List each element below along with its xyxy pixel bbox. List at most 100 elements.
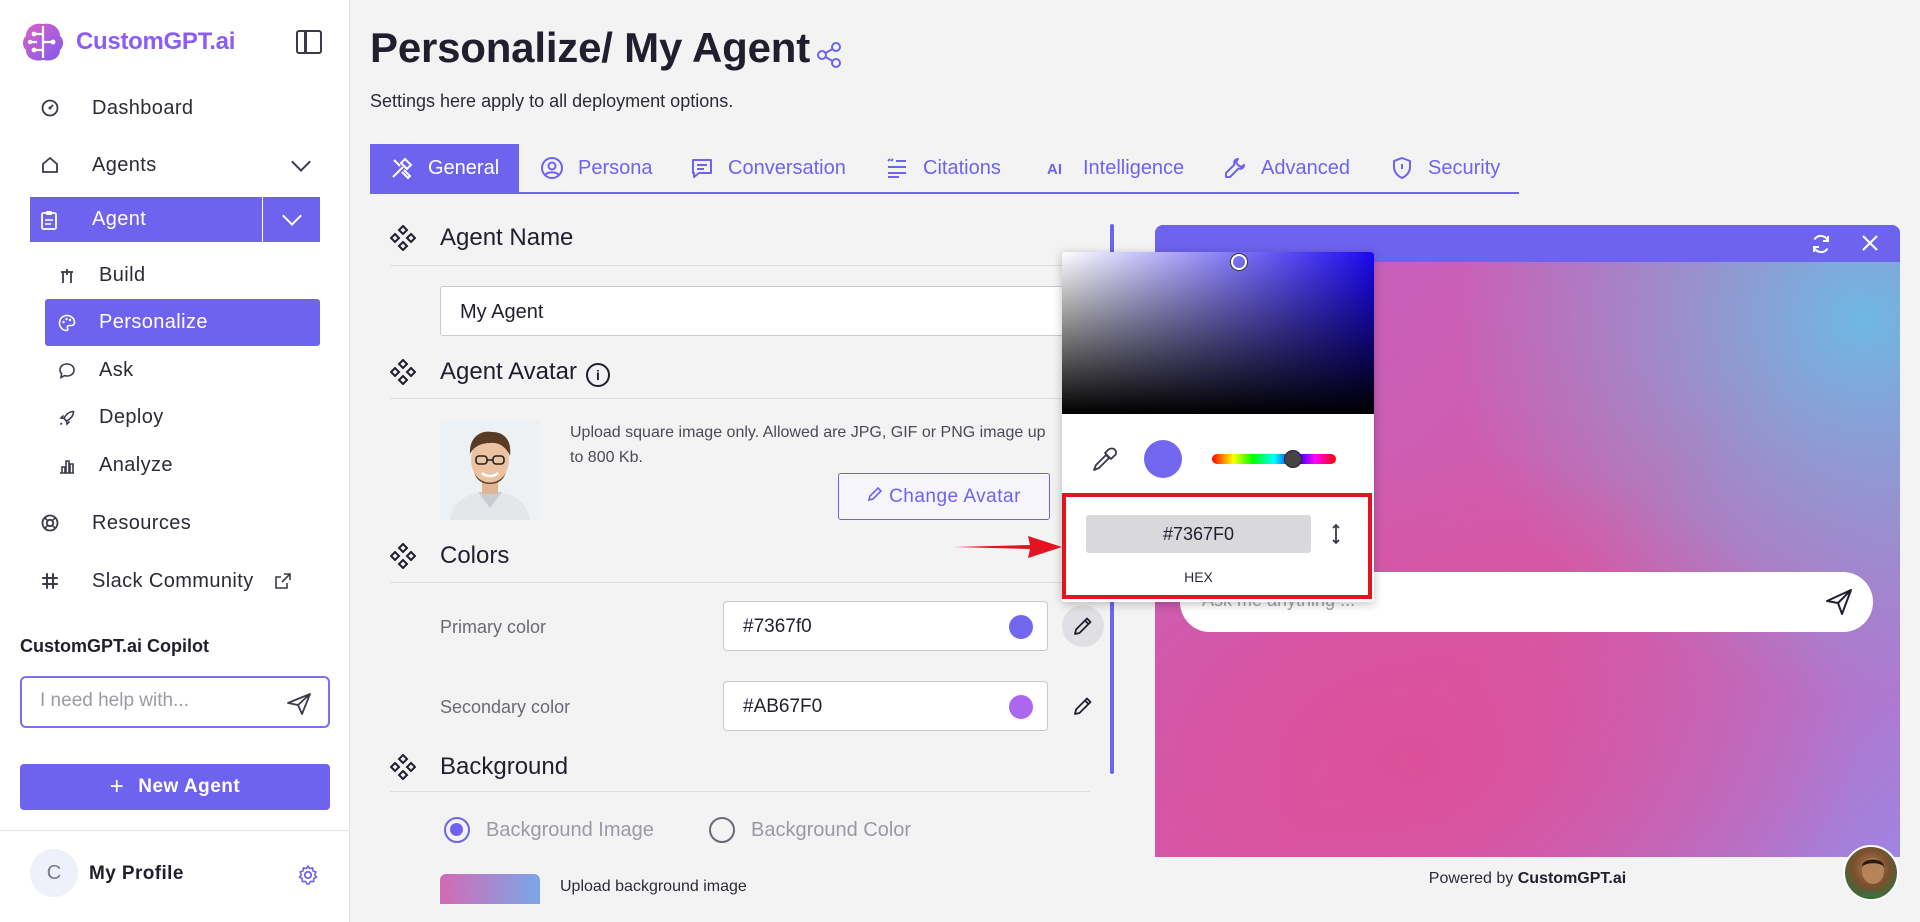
hue-slider-handle[interactable] xyxy=(1284,450,1302,468)
close-icon[interactable] xyxy=(1860,233,1880,253)
send-icon[interactable] xyxy=(286,692,312,716)
sidebar-item-agents[interactable]: Agents xyxy=(30,141,320,189)
primary-color-swatch[interactable] xyxy=(1009,615,1033,639)
hue-slider[interactable] xyxy=(1212,454,1336,464)
bar-chart-icon xyxy=(57,456,77,476)
change-avatar-button[interactable]: Change Avatar xyxy=(838,473,1050,520)
powered-by-brand[interactable]: CustomGPT.ai xyxy=(1518,870,1626,887)
sidebar: CustomGPT.ai Dashboard Agents Agent Buil… xyxy=(0,0,350,922)
sidebar-item-label: Personalize xyxy=(99,311,208,333)
powered-by: Powered by CustomGPT.ai xyxy=(1155,870,1900,888)
sidebar-subitem-analyze[interactable]: Analyze xyxy=(45,442,320,489)
agent-name-input[interactable]: My Agent xyxy=(440,286,1080,336)
tab-label: Security xyxy=(1428,156,1501,179)
chevron-down-icon[interactable] xyxy=(291,152,311,172)
radio-background-color[interactable]: Background Color xyxy=(709,817,911,843)
sidebar-subitem-personalize[interactable]: Personalize xyxy=(45,299,320,346)
edit-secondary-color-button[interactable] xyxy=(1062,685,1104,727)
profile-bar: C My Profile xyxy=(0,830,350,922)
support-avatar[interactable] xyxy=(1843,845,1899,901)
copilot-input-box xyxy=(20,676,330,728)
sidebar-item-label: Resources xyxy=(92,511,192,534)
tab-label: Persona xyxy=(578,156,653,179)
sidebar-item-label: Slack Community xyxy=(92,569,254,592)
slack-icon xyxy=(40,571,60,591)
divider xyxy=(390,582,1090,583)
sidebar-item-label: Agents xyxy=(92,153,157,176)
message-icon xyxy=(690,156,714,180)
secondary-color-field[interactable]: #AB67F0 xyxy=(723,681,1048,731)
radio-background-image[interactable]: Background Image xyxy=(444,817,654,843)
brand-name: CustomGPT.ai xyxy=(76,28,236,55)
drag-handle-icon[interactable] xyxy=(390,359,416,385)
pencil-icon xyxy=(1074,617,1092,635)
agent-dropdown-button[interactable] xyxy=(263,197,320,242)
new-agent-button[interactable]: + New Agent xyxy=(20,764,330,810)
hex-input-highlight: #7367F0 HEX xyxy=(1062,493,1372,599)
background-upload-label: Upload background image xyxy=(560,878,747,895)
sidebar-subitem-deploy[interactable]: Deploy xyxy=(45,394,320,441)
sidebar-toggle-button[interactable] xyxy=(296,30,322,54)
sidebar-item-dashboard[interactable]: Dashboard xyxy=(30,84,320,132)
dashboard-icon xyxy=(40,98,60,118)
tab-general[interactable]: General xyxy=(370,144,520,192)
copilot-input[interactable] xyxy=(40,690,270,712)
quote-list-icon xyxy=(885,156,909,180)
send-icon[interactable] xyxy=(1825,588,1853,616)
avatar-upload-note: Upload square image only. Allowed are JP… xyxy=(570,424,1046,466)
page-title: Personalize/ My Agent xyxy=(370,24,811,71)
primary-color-value: #7367f0 xyxy=(743,616,812,637)
tab-label: Intelligence xyxy=(1083,156,1185,179)
sidebar-subitem-ask[interactable]: Ask xyxy=(45,347,320,394)
shield-icon xyxy=(1390,156,1414,180)
hex-input[interactable]: #7367F0 xyxy=(1086,515,1311,553)
info-icon[interactable]: i xyxy=(586,363,610,387)
agent-avatar-image xyxy=(440,420,540,520)
primary-color-label: Primary color xyxy=(440,617,547,637)
sidebar-item-resources[interactable]: Resources xyxy=(30,499,320,547)
drag-handle-icon[interactable] xyxy=(390,543,416,569)
palette-icon xyxy=(57,313,77,333)
sidebar-item-label: Deploy xyxy=(99,406,164,428)
tab-advanced[interactable]: Advanced xyxy=(1223,144,1350,192)
sidebar-item-label: Build xyxy=(99,264,146,286)
share-icon[interactable] xyxy=(814,40,844,70)
tab-citations[interactable]: Citations xyxy=(885,144,1001,192)
chat-icon xyxy=(57,361,77,381)
rocket-icon xyxy=(57,408,77,428)
radio-selected-indicator xyxy=(444,817,470,843)
sidebar-item-agent[interactable]: Agent xyxy=(30,197,262,242)
gear-icon[interactable] xyxy=(297,864,319,886)
format-toggle-icon[interactable] xyxy=(1329,521,1343,547)
saturation-area[interactable] xyxy=(1062,252,1374,414)
tools-icon xyxy=(390,156,414,180)
eyedropper-icon[interactable] xyxy=(1090,446,1118,474)
home-icon xyxy=(40,155,60,175)
tab-security[interactable]: Security xyxy=(1390,144,1500,192)
refresh-icon[interactable] xyxy=(1810,233,1832,255)
drag-handle-icon[interactable] xyxy=(390,225,416,251)
section-title: Agent Name xyxy=(440,224,574,251)
brand-logo[interactable]: CustomGPT.ai xyxy=(20,20,235,64)
sidebar-item-label: Dashboard xyxy=(92,96,194,119)
tab-intelligence[interactable]: AI Intelligence xyxy=(1045,144,1184,192)
drag-handle-icon[interactable] xyxy=(390,754,416,780)
tab-conversation[interactable]: Conversation xyxy=(690,144,846,192)
secondary-color-swatch[interactable] xyxy=(1009,695,1033,719)
saturation-handle[interactable] xyxy=(1231,254,1247,270)
tab-persona[interactable]: Persona xyxy=(540,144,653,192)
pencil-icon xyxy=(867,486,883,508)
sidebar-subitem-build[interactable]: Build xyxy=(45,252,320,299)
user-circle-icon xyxy=(540,156,564,180)
profile-name[interactable]: My Profile xyxy=(89,863,184,885)
hex-mode-label: HEX xyxy=(1184,569,1213,585)
radio-indicator xyxy=(709,817,735,843)
avatar[interactable]: C xyxy=(30,849,78,897)
sidebar-item-label: Analyze xyxy=(99,454,173,476)
edit-primary-color-button[interactable] xyxy=(1062,605,1104,647)
sidebar-item-slack-community[interactable]: Slack Community xyxy=(30,557,320,605)
divider xyxy=(390,791,1090,792)
section-background: Background xyxy=(390,753,568,781)
primary-color-field[interactable]: #7367f0 xyxy=(723,601,1048,651)
ai-icon: AI xyxy=(1045,156,1069,180)
